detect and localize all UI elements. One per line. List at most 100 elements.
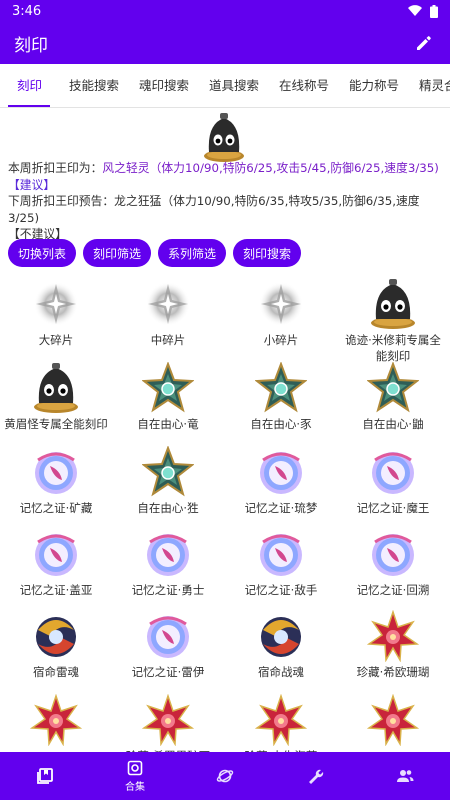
- status-bar: 3:46: [0, 0, 450, 22]
- engrave-item[interactable]: 记忆之证·盖亚: [0, 528, 112, 598]
- filter-chips: 切换列表 刻印筛选 系列筛选 刻印搜索: [8, 239, 302, 267]
- engrave-item-label: 黄眉怪专属全能刻印: [4, 417, 108, 431]
- orb-icon: [260, 452, 302, 494]
- orb-icon: [147, 534, 189, 576]
- engrave-item[interactable]: 宿命战魂: [225, 610, 337, 680]
- wrench-icon: [309, 769, 324, 784]
- engrave-item[interactable]: 记忆之证·勇士: [112, 528, 224, 598]
- tab-online-title[interactable]: 在线称号: [279, 64, 329, 107]
- engrave-item-label: 记忆之证·琉梦: [244, 501, 318, 515]
- discount-info: 本周折扣王印为：风之轻灵（体力10/90,特防6/25,攻击5/45,防御6/2…: [8, 160, 448, 243]
- engrave-item-label: 中碎片: [150, 333, 186, 347]
- orb-icon: [35, 534, 77, 576]
- nav-book[interactable]: [0, 752, 90, 800]
- engrave-item-label: 诡迹·米修莉专属全能刻印: [345, 333, 441, 363]
- people-icon: [397, 770, 414, 782]
- engrave-item[interactable]: 自在由心·鼬: [337, 362, 449, 432]
- pencil-icon: [417, 36, 431, 50]
- engrave-item-label: 自在由心·豕: [250, 417, 312, 431]
- info-this-week-value[interactable]: 风之轻灵（体力10/90,特防6/25,攻击5/45,防御6/25,速度3/35…: [102, 161, 439, 175]
- tab-engrave[interactable]: 刻印: [17, 64, 42, 107]
- flower-icon: [367, 610, 419, 662]
- shard-icon: [146, 282, 190, 326]
- engrave-item[interactable]: 记忆之证·雷伊: [112, 610, 224, 680]
- engrave-item[interactable]: 记忆之证·敌手: [225, 528, 337, 598]
- planet-icon: [216, 769, 234, 783]
- engrave-item[interactable]: [337, 694, 449, 748]
- shard-icon: [259, 282, 303, 326]
- orb-icon: [372, 534, 414, 576]
- engrave-item[interactable]: 记忆之证·琉梦: [225, 446, 337, 516]
- engrave-item[interactable]: 中碎片: [112, 278, 224, 348]
- engrave-item-label: 记忆之证·雷伊: [131, 665, 205, 679]
- engrave-item[interactable]: 小碎片: [225, 278, 337, 348]
- edit-button[interactable]: [412, 31, 436, 55]
- engrave-item[interactable]: 记忆之证·魔王: [337, 446, 449, 516]
- info-next-week: 下周折扣王印预告：龙之狂猛（体力10/90,特防6/35,特攻5/35,防御6/…: [8, 194, 420, 225]
- engrave-item-label: 宿命雷魂: [33, 665, 79, 679]
- engrave-item[interactable]: 诡迹·米修莉专属全能刻印: [337, 278, 449, 364]
- nav-planet[interactable]: [180, 752, 270, 800]
- engrave-item[interactable]: 珍藏·希罗里矿石: [112, 694, 224, 752]
- tab-spirit[interactable]: 精灵合: [419, 64, 450, 107]
- engrave-item-label: 自在由心·鼬: [362, 417, 424, 431]
- tab-bar: 刻印 技能搜索 魂印搜索 道具搜索 在线称号 能力称号 精灵合: [0, 64, 450, 108]
- engrave-item-label: 小碎片: [263, 333, 299, 347]
- engrave-item[interactable]: 珍藏·希欧珊瑚: [337, 610, 449, 680]
- flower-icon: [367, 694, 419, 746]
- info-recommend: 【建议】: [8, 177, 56, 192]
- engrave-item[interactable]: [0, 694, 112, 748]
- orb-icon: [147, 616, 189, 658]
- bomb-icon: [34, 363, 78, 413]
- nav-people[interactable]: [360, 752, 450, 800]
- shard-icon: [34, 282, 78, 326]
- bomb-icon: [204, 113, 244, 162]
- tab-soul-search[interactable]: 魂印搜索: [139, 64, 189, 107]
- info-this-week-prefix: 本周折扣王印为：: [8, 161, 103, 175]
- engrave-item[interactable]: 自在由心·豕: [225, 362, 337, 432]
- series-filter-button[interactable]: 系列筛选: [158, 239, 227, 267]
- orb-icon: [260, 534, 302, 576]
- engrave-item[interactable]: 黄眉怪专属全能刻印: [0, 362, 112, 432]
- tab-item-search[interactable]: 道具搜索: [209, 64, 259, 107]
- bottom-nav: 合集: [0, 752, 450, 800]
- engrave-filter-button[interactable]: 刻印筛选: [83, 239, 152, 267]
- nav-collection[interactable]: 合集: [90, 752, 180, 800]
- engrave-item[interactable]: 自在由心·竜: [112, 362, 224, 432]
- engrave-item-label: 记忆之证·回溯: [356, 583, 430, 597]
- star-emblem-icon: [367, 362, 419, 413]
- flower-icon: [30, 694, 82, 746]
- engrave-item-label: 自在由心·竜: [137, 417, 199, 431]
- orb-icon: [372, 452, 414, 494]
- engrave-item-label: 自在由心·狌: [137, 501, 199, 515]
- swirl-icon: [36, 617, 76, 657]
- engrave-item-label: 宿命战魂: [258, 665, 304, 679]
- swirl-icon: [261, 617, 301, 657]
- engrave-item[interactable]: 记忆之证·矿藏: [0, 446, 112, 516]
- engrave-item-label: 记忆之证·勇士: [131, 583, 205, 597]
- engrave-item-label: 大碎片: [38, 333, 74, 347]
- orb-icon: [35, 452, 77, 494]
- engrave-item[interactable]: 记忆之证·回溯: [337, 528, 449, 598]
- tab-skill-search[interactable]: 技能搜索: [69, 64, 119, 107]
- app-bar: 刻印: [0, 22, 450, 64]
- tab-ability-title[interactable]: 能力称号: [349, 64, 399, 107]
- status-time: 3:46: [12, 3, 42, 19]
- star-emblem-icon: [142, 362, 194, 413]
- switch-list-button[interactable]: 切换列表: [8, 239, 77, 267]
- main-content: 本周折扣王印为：风之轻灵（体力10/90,特防6/25,攻击5/45,防御6/2…: [0, 108, 450, 752]
- engrave-item-label: 记忆之证·矿藏: [19, 501, 93, 515]
- nav-tools[interactable]: [270, 752, 360, 800]
- engrave-item[interactable]: 大碎片: [0, 278, 112, 348]
- engrave-search-button[interactable]: 刻印搜索: [233, 239, 302, 267]
- engrave-item-label: 记忆之证·魔王: [356, 501, 430, 515]
- engrave-item[interactable]: 自在由心·狌: [112, 446, 224, 516]
- engrave-item[interactable]: 珍藏·水生海草: [225, 694, 337, 752]
- engrave-item-label: 记忆之证·敌手: [244, 583, 318, 597]
- star-emblem-icon: [142, 446, 194, 497]
- book-icon: [37, 768, 53, 784]
- bomb-icon: [371, 279, 415, 329]
- engrave-item-label: 珍藏·希欧珊瑚: [356, 665, 430, 679]
- app-title: 刻印: [14, 35, 48, 56]
- engrave-item[interactable]: 宿命雷魂: [0, 610, 112, 680]
